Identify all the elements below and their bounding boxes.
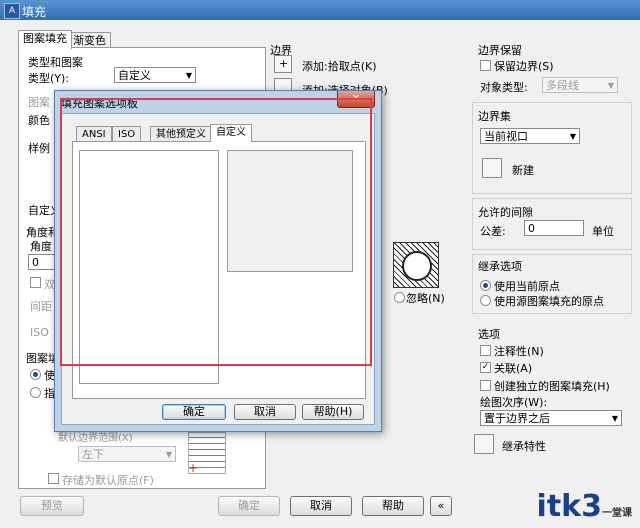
tolerance-unit-label: 单位 [592,225,614,238]
inherit-properties-label: 继承特性 [502,440,546,453]
inherit-source-origin-radio[interactable] [480,295,491,306]
tab-hatch[interactable]: 图案填充 [18,30,72,49]
gap-tolerance-group-label: 允许的间隙 [478,206,533,219]
store-default-origin-label: 存储为默认原点(F) [62,474,154,487]
chevron-down-icon: ▼ [165,450,172,459]
collapse-button[interactable]: « [430,496,452,516]
inherit-options-group-label: 继承选项 [478,260,522,273]
sample-label: 样例 [28,142,50,155]
position-select-value: 左下 [82,448,104,461]
preview-button[interactable]: 预览 [20,496,84,516]
origin-marker-icon: + [188,461,199,475]
specify-origin-radio[interactable] [30,387,41,398]
retain-boundaries-group-label: 边界保留 [478,44,522,57]
object-type-select[interactable]: 多段线 ▼ [542,77,618,93]
pick-points-icon[interactable]: + [274,55,292,73]
watermark-sub: 一堂课 [602,508,632,519]
dialog-ok-button[interactable]: 确定 [162,404,226,420]
draw-order-label: 绘图次序(W): [480,396,548,409]
inherit-current-origin-radio[interactable] [480,280,491,291]
chevron-down-icon: ▼ [185,71,192,80]
origin-preview-icon: + [188,432,226,475]
cancel-button[interactable]: 取消 [290,496,352,516]
new-boundary-set-label: 新建 [512,164,534,177]
crosshair-icon: + [279,57,289,70]
retain-boundaries-label: 保留边界(S) [494,60,554,73]
use-current-origin-radio[interactable] [30,369,41,380]
double-checkbox[interactable] [30,277,41,288]
options-group-label: 选项 [478,328,500,341]
type-select-value: 自定义 [118,69,151,82]
angle-label: 角度 [30,240,52,253]
tolerance-label: 公差: [480,225,506,238]
type-label: 类型(Y): [28,72,70,85]
angle-select-value: 0 [32,256,39,269]
color-label: 颜色 [28,114,50,127]
chevron-down-icon: ▼ [569,132,576,141]
draw-order-select-value: 置于边界之后 [484,412,550,425]
inherit-source-origin-label: 使用源图案填充的原点 [494,295,604,308]
spacing-label: 间距 [30,300,52,313]
inherit-properties-icon[interactable] [474,434,494,454]
ignore-label: 忽略(N) [406,292,445,305]
tolerance-input[interactable]: 0 [524,220,584,236]
add-pick-points-button[interactable]: 添加:拾取点(K) [302,58,377,74]
dialog-cancel-button[interactable]: 取消 [234,404,296,420]
ok-button[interactable]: 确定 [218,496,280,516]
watermark-text: itk3 [536,489,602,524]
draw-order-select[interactable]: 置于边界之后 ▼ [480,410,622,426]
associative-checkbox[interactable]: ✓ [480,362,491,373]
window-title-bar: A 填充 [0,0,640,20]
iso-pen-width-label: ISO [30,326,49,339]
help-button[interactable]: 帮助 [362,496,424,516]
position-select[interactable]: 左下 ▼ [78,446,176,462]
type-select[interactable]: 自定义 ▼ [114,67,196,83]
boundary-set-select-value: 当前视口 [484,130,528,143]
dialog-help-button[interactable]: 帮助(H) [302,404,364,420]
object-type-select-value: 多段线 [546,79,579,92]
type-pattern-group-label: 类型和图案 [28,56,83,69]
store-default-origin-checkbox[interactable] [48,473,59,484]
boundary-set-group-label: 边界集 [478,110,511,123]
chevron-down-icon: ▼ [611,414,618,423]
retain-boundaries-checkbox[interactable] [480,60,491,71]
new-boundary-set-icon[interactable] [482,158,502,178]
island-circle-icon [402,251,432,281]
pattern-label: 图案 [28,96,50,109]
island-detection-preview [393,242,439,288]
annotative-label: 注释性(N) [494,345,544,358]
watermark-logo: itk3一堂课 [537,489,632,524]
double-chevron-left-icon: « [437,499,445,512]
object-type-label: 对象类型: [480,81,528,94]
chevron-down-icon: ▼ [607,81,614,90]
tolerance-value: 0 [528,222,535,235]
boundary-set-select[interactable]: 当前视口 ▼ [480,128,580,144]
separate-hatches-label: 创建独立的图案填充(H) [494,380,610,393]
window-title: 填充 [22,5,47,19]
app-icon: A [4,3,20,19]
associative-label: 关联(A) [494,362,533,375]
tab-custom[interactable]: 自定义 [210,124,252,142]
ignore-radio[interactable] [394,292,405,303]
inherit-current-origin-label: 使用当前原点 [494,280,560,293]
annotative-checkbox[interactable] [480,345,491,356]
separate-hatches-checkbox[interactable] [480,380,491,391]
